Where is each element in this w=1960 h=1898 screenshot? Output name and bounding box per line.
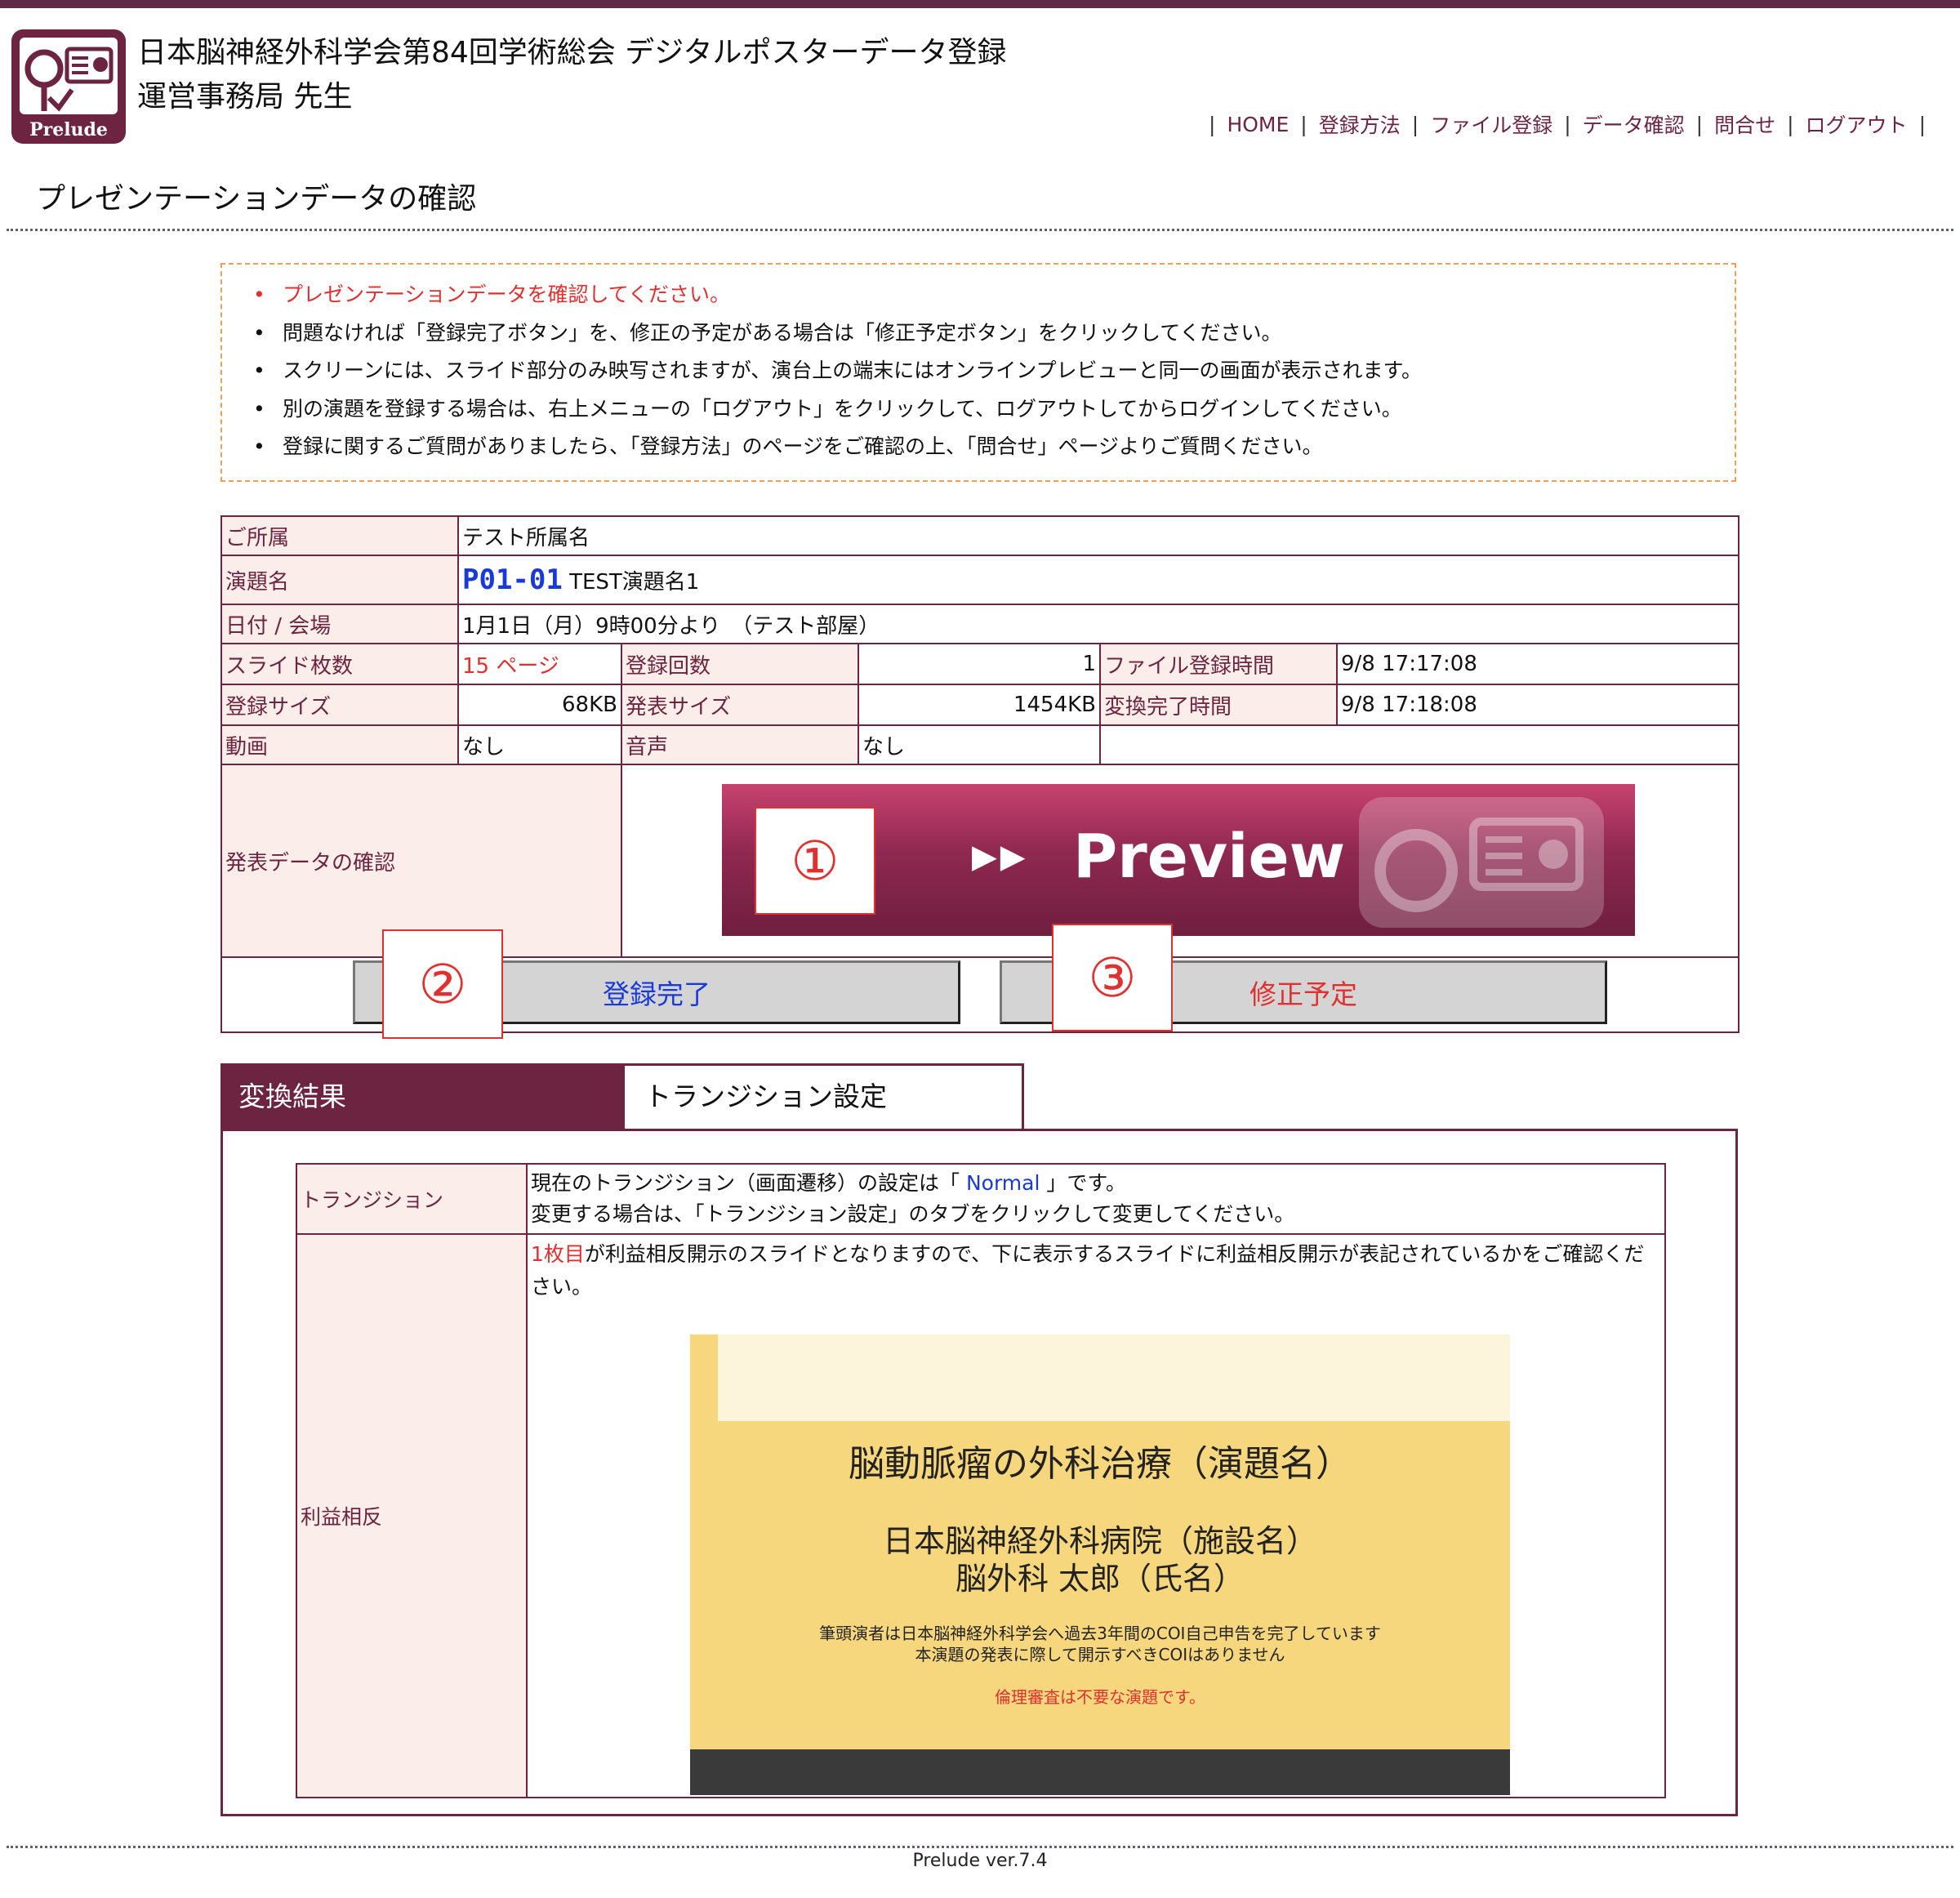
top-nav: | HOME | 登録方法 | ファイル登録 | データ確認 | 問合せ | ロ… [1197,109,1937,139]
presentation-code: P01-01 [462,564,563,596]
page-title: プレゼンテーションデータの確認 [36,182,477,216]
affiliation-label: ご所属 [220,515,459,556]
slide-author: 脳外科 太郎（氏名） [955,1561,1245,1597]
slide-coi-line1: 筆頭演者は日本脳神経外科学会へ過去3年間のCOI自己申告を完了しています [819,1624,1381,1643]
transition-note: 変更する場合は、「トランジション設定」のタブをクリックして変更してください。 [531,1202,1295,1226]
nav-how-to-register[interactable]: 登録方法 [1319,109,1401,139]
notice-item: 別の演題を登録する場合は、右上メニューの「ログアウト」をクリックして、ログアウト… [253,390,1735,429]
date-label: 日付 / 会場 [220,604,459,644]
title-label: 演題名 [220,555,459,605]
presentation-title: TEST演題名1 [569,570,700,595]
nav-contact[interactable]: 問合せ [1714,109,1775,139]
preview-label: Preview [1073,822,1346,892]
presentation-icon [20,38,118,114]
top-accent-bar [0,0,1960,8]
reg-size-value: 68KB [457,684,622,726]
slide-ethics-note: 倫理審査は不要な演題です。 [995,1687,1205,1707]
transition-info: 現在のトランジション（画面遷移）の設定は「 Normal 」です。 変更する場合… [526,1163,1666,1235]
affiliation-value: テスト所属名 [457,515,1740,556]
notice-list: プレゼンテーションデータを確認してください。 問題なければ「登録完了ボタン」を、… [222,265,1735,466]
coi-slide-number: 1枚目 [531,1242,585,1266]
footer-version: Prelude ver.7.4 [912,1851,1048,1871]
file-time-value: 9/8 17:17:08 [1336,643,1740,685]
video-label: 動画 [220,724,459,765]
tab-transition-settings[interactable]: トランジション設定 [622,1063,1024,1129]
audio-label: 音声 [621,724,859,765]
slide-footer-band [690,1749,1510,1795]
slide-title: 脳動脈瘤の外科治療（演題名） [849,1443,1352,1485]
nav-file-upload[interactable]: ファイル登録 [1430,109,1552,139]
prelude-logo: Prelude [11,29,126,144]
nav-logout[interactable]: ログアウト [1806,109,1908,139]
reg-size-label: 登録サイズ [220,684,459,726]
slide-header-band [718,1334,1510,1421]
audio-value: なし [858,724,1101,765]
notice-item: 登録に関するご質問がありましたら、「登録方法」のページをご確認の上、「問合せ」ペ… [253,428,1735,466]
logo-text: Prelude [29,119,108,140]
pres-size-value: 1454KB [858,684,1101,726]
conv-time-label: 変換完了時間 [1099,684,1338,726]
site-title: 日本脳神経外科学会第84回学術総会 デジタルポスターデータ登録 運営事務局 先生 [137,31,1007,119]
pres-size-label: 発表サイズ [621,684,859,726]
notice-item: スクリーンには、スライド部分のみ映写されますが、演台上の端末にはオンラインプレビ… [253,352,1735,390]
coi-text: が利益相反開示のスライドとなりますので、下に表示するスライドに利益相反開示が表記… [531,1242,1645,1299]
reg-count-value: 1 [858,643,1101,685]
slides-label: スライド枚数 [220,643,459,685]
coi-label: 利益相反 [296,1233,528,1798]
tab-conversion-result[interactable]: 変換結果 [220,1063,622,1129]
footer-divider [7,1846,1953,1848]
presentation-watermark-icon [1359,797,1604,928]
file-time-label: ファイル登録時間 [1099,643,1338,685]
conv-time-value: 9/8 17:18:08 [1336,684,1740,726]
presentation-title-cell: P01-01 TEST演題名1 [457,555,1740,605]
header-divider [7,229,1953,231]
play-arrows-icon: ▶▶ [972,838,1029,875]
transition-label: トランジション [296,1163,528,1235]
transition-value: Normal [965,1171,1040,1195]
step-badge-3: ③ [1052,924,1173,1031]
notice-item: 問題なければ「登録完了ボタン」を、修正の予定がある場合は「修正予定ボタン」をクリ… [253,314,1735,353]
date-value: 1月1日（月）9時00分より （テスト部屋） [457,604,1740,644]
nav-home[interactable]: HOME [1227,113,1289,136]
step-badge-2: ② [382,929,503,1039]
reg-count-label: 登録回数 [621,643,859,685]
notice-item: プレゼンテーションデータを確認してください。 [253,276,1735,314]
video-value: なし [457,724,622,765]
slides-value: 15 ページ [457,643,622,685]
check-label: 発表データの確認 [220,764,622,958]
nav-data-check[interactable]: データ確認 [1583,109,1685,139]
slide-coi-line2: 本演題の発表に際して開示すべきCOIはありません [915,1645,1285,1664]
notice-box: プレゼンテーションデータを確認してください。 問題なければ「登録完了ボタン」を、… [220,263,1736,482]
coi-slide-preview: 脳動脈瘤の外科治療（演題名） 日本脳神経外科病院（施設名） 脳外科 太郎（氏名）… [690,1334,1510,1795]
site-title-line1: 日本脳神経外科学会第84回学術総会 デジタルポスターデータ登録 [137,36,1007,69]
step-badge-1: ① [755,807,875,915]
site-title-line2: 運営事務局 先生 [137,80,353,114]
